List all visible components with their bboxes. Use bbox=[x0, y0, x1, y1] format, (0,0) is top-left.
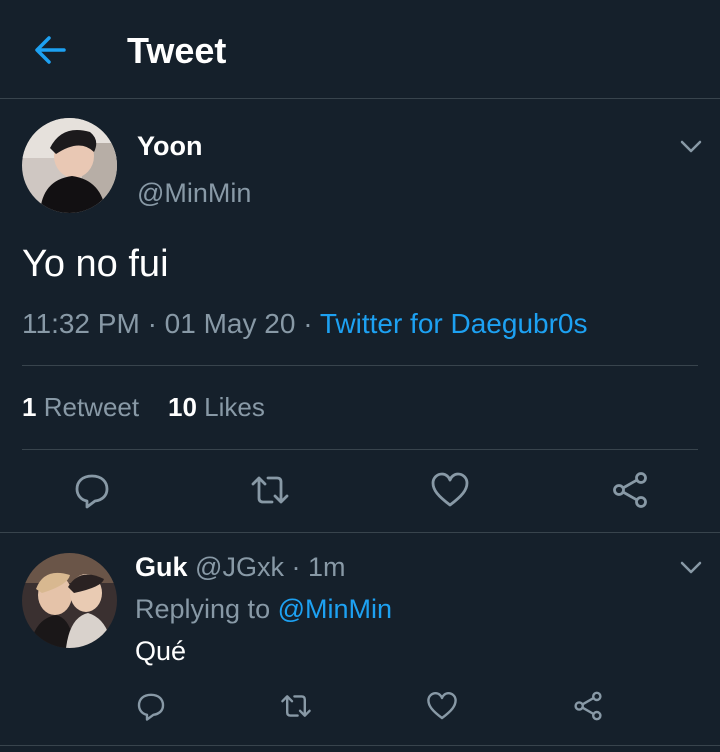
more-options-button[interactable] bbox=[678, 136, 704, 156]
tweet-client-link[interactable]: Twitter for Daegubr0s bbox=[320, 308, 588, 339]
reply-share-button[interactable] bbox=[572, 690, 604, 722]
replying-to-line: Replying to @MinMin bbox=[135, 594, 392, 625]
meta-separator: · bbox=[303, 308, 313, 339]
retweets-label: Retweet bbox=[43, 392, 140, 422]
reply-retweet-button[interactable] bbox=[280, 690, 312, 722]
tweet-stats: 1 Retweet 10 Likes bbox=[22, 392, 265, 423]
likes-label: Likes bbox=[204, 392, 265, 422]
reply-author-handle[interactable]: @JGxk bbox=[195, 552, 284, 582]
avatar-image bbox=[22, 553, 117, 648]
replying-to-link[interactable]: @MinMin bbox=[278, 594, 392, 624]
reply-more-options-button[interactable] bbox=[678, 557, 704, 577]
reply-header: Guk @JGxk · 1m bbox=[135, 552, 346, 583]
divider bbox=[22, 449, 698, 450]
retweet-button[interactable] bbox=[250, 470, 290, 510]
retweets-stat[interactable]: 1 Retweet bbox=[22, 392, 139, 422]
avatar[interactable] bbox=[22, 118, 117, 213]
reply-icon bbox=[137, 693, 165, 721]
divider bbox=[0, 745, 720, 746]
chevron-down-icon bbox=[680, 561, 702, 574]
meta-separator: · bbox=[291, 552, 301, 582]
back-button[interactable] bbox=[30, 32, 70, 68]
divider bbox=[0, 532, 720, 533]
share-icon bbox=[613, 472, 647, 508]
meta-separator: · bbox=[147, 308, 157, 339]
tweet-meta: 11:32 PM · 01 May 20 · Twitter for Daegu… bbox=[22, 308, 587, 340]
reply-text: Qué bbox=[135, 636, 187, 666]
likes-count: 10 bbox=[168, 392, 197, 422]
arrow-left-icon bbox=[35, 36, 66, 64]
heart-icon bbox=[431, 472, 469, 507]
author-name[interactable]: Yoon bbox=[137, 131, 202, 162]
tweet-text: Yo no fui bbox=[22, 243, 169, 285]
retweet-icon bbox=[281, 695, 311, 717]
header-bar: Tweet bbox=[0, 0, 720, 99]
reply-icon bbox=[75, 474, 109, 509]
share-button[interactable] bbox=[610, 470, 650, 510]
divider bbox=[22, 365, 698, 366]
like-button[interactable] bbox=[430, 470, 470, 510]
avatar-image bbox=[22, 118, 117, 213]
page-title: Tweet bbox=[127, 30, 227, 71]
reply-reply-button[interactable] bbox=[135, 690, 167, 722]
share-icon bbox=[574, 691, 602, 721]
heart-icon bbox=[427, 692, 457, 720]
retweet-icon bbox=[251, 476, 289, 504]
reply-button[interactable] bbox=[72, 470, 112, 510]
chevron-down-icon bbox=[680, 140, 702, 153]
retweets-count: 1 bbox=[22, 392, 37, 422]
author-handle[interactable]: @MinMin bbox=[137, 178, 251, 209]
likes-stat[interactable]: 10 Likes bbox=[168, 392, 265, 422]
reply-like-button[interactable] bbox=[426, 690, 458, 722]
tweet-date: 01 May 20 bbox=[164, 308, 296, 339]
reply-time: 1m bbox=[307, 552, 346, 582]
reply-author-name[interactable]: Guk bbox=[135, 552, 188, 582]
tweet-time: 11:32 PM bbox=[22, 308, 140, 339]
replying-to-label: Replying to bbox=[135, 594, 271, 624]
reply-avatar[interactable] bbox=[22, 553, 117, 648]
